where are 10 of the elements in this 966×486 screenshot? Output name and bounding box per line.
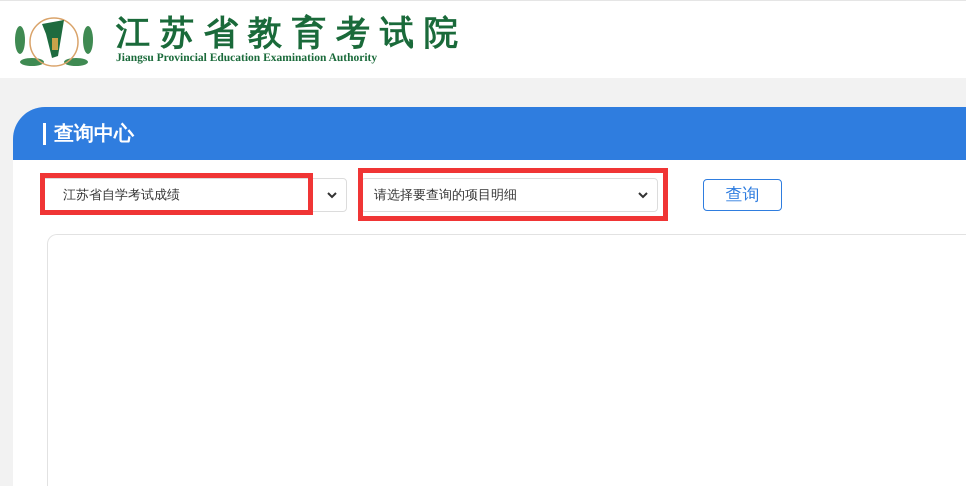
dropdown[interactable]: 请选择要查询的项目明细: [361, 178, 658, 212]
query-button[interactable]: 查询: [703, 179, 782, 211]
dropdown[interactable]: 江苏省自学考试成绩: [42, 178, 347, 212]
dropdown-value: 请选择要查询的项目明细: [374, 186, 517, 204]
site-title: 江苏省教育考试院: [116, 14, 468, 52]
panel-title: 查询中心: [43, 122, 134, 144]
site-subtitle: Jiangsu Provincial Education Examination Authority: [116, 52, 378, 65]
chevron-icon: [326, 191, 338, 199]
dropdown-value: 江苏省自学考试成绩: [63, 186, 180, 204]
chevron-icon: [637, 191, 649, 199]
